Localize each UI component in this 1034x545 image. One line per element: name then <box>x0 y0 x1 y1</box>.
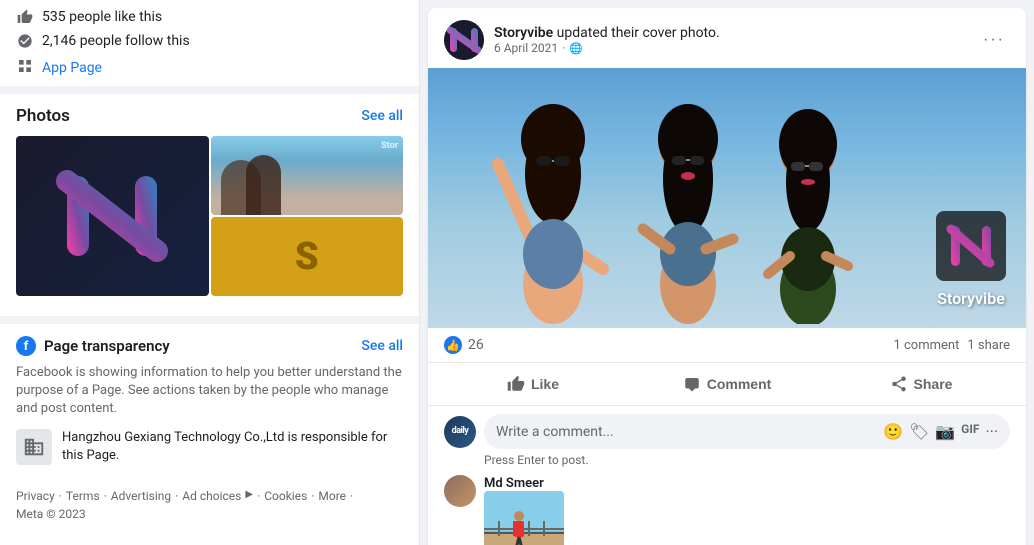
stats-section: 535 people like this 2,146 people follow… <box>0 0 419 94</box>
current-user-avatar: daily <box>444 416 476 448</box>
emoji-icon[interactable]: 🙂 <box>883 422 903 441</box>
transparency-see-all[interactable]: See all <box>361 338 403 354</box>
globe-icon <box>569 41 583 55</box>
photos-grid: Stor S <box>16 136 403 296</box>
followers-count: 2,146 people follow this <box>42 33 190 49</box>
cover-photo: Storyvibe <box>428 68 1026 328</box>
left-panel: 535 people like this 2,146 people follow… <box>0 0 420 545</box>
photos-see-all[interactable]: See all <box>361 108 403 124</box>
comment-input-box[interactable]: Write a comment... 🙂 🏷 📷 GIF ··· <box>484 414 1010 449</box>
comment-label: Comment <box>707 376 772 392</box>
photos-title: Photos <box>16 106 70 126</box>
post-page-name[interactable]: Storyvibe updated their cover photo. <box>494 25 720 41</box>
like-reaction-icon: 👍 <box>444 336 462 354</box>
footer-ad-choices[interactable]: Ad choices <box>182 489 241 503</box>
share-label: Share <box>914 376 953 392</box>
footer-meta-copyright: Meta © 2023 <box>16 507 86 521</box>
check-circle-icon <box>16 32 34 50</box>
comment-item: Md Smeer <box>444 475 1010 545</box>
reactions-left: 👍 26 <box>444 336 484 354</box>
post-header-left: Storyvibe updated their cover photo. 6 A… <box>444 20 720 60</box>
footer-advertising[interactable]: Advertising <box>111 489 171 503</box>
action-buttons-row: Like Comment Share <box>428 363 1026 406</box>
comment-area: daily Write a comment... 🙂 🏷 📷 GIF ··· P… <box>428 406 1026 545</box>
photo-small-bottom[interactable]: S <box>211 217 404 296</box>
comment-author-name[interactable]: Md Smeer <box>484 476 544 491</box>
brand-logo-box <box>936 211 1006 281</box>
building-icon <box>16 429 52 465</box>
responsible-row: Hangzhou Gexiang Technology Co.,Ltd is r… <box>16 429 403 465</box>
app-page-row: App Page <box>16 56 403 76</box>
footer-terms[interactable]: Terms <box>66 489 100 503</box>
commenter-avatar[interactable] <box>444 475 476 507</box>
photo-icon[interactable]: 📷 <box>935 422 955 441</box>
woman-1-figure <box>488 84 618 324</box>
facebook-icon: f <box>16 336 36 356</box>
like-label: Like <box>531 376 559 392</box>
photos-header: Photos See all <box>16 106 403 126</box>
page-avatar[interactable] <box>444 20 484 60</box>
comment-button[interactable]: Comment <box>630 367 824 401</box>
grid-icon <box>16 57 34 75</box>
reactions-count[interactable]: 26 <box>468 337 484 353</box>
transparency-description: Facebook is showing information to help … <box>16 364 403 419</box>
transparency-title: Page transparency <box>44 337 170 355</box>
more-emoji-icon[interactable]: ··· <box>985 422 998 441</box>
storyvibe-logo-bg <box>16 136 209 296</box>
share-button[interactable]: Share <box>824 367 1018 401</box>
photos-section: Photos See all <box>0 94 419 308</box>
storyvibe-n-logo <box>52 156 172 276</box>
post-date: 6 April 2021 · <box>494 41 720 55</box>
storyvibe-brand-overlay: Storyvibe <box>936 211 1006 308</box>
woman-3-figure <box>748 94 868 324</box>
comment-content: Md Smeer <box>484 475 1010 545</box>
comment-image[interactable] <box>484 491 564 545</box>
shares-count[interactable]: 1 share <box>967 338 1010 353</box>
likes-count: 535 people like this <box>42 9 162 25</box>
post-meta: Storyvibe updated their cover photo. 6 A… <box>494 25 720 55</box>
like-button-icon <box>507 375 525 393</box>
right-panel: Storyvibe updated their cover photo. 6 A… <box>420 0 1034 545</box>
reactions-row: 👍 26 1 comment 1 share <box>428 328 1026 363</box>
s-letter: S <box>295 235 319 279</box>
cover-photo-background: Storyvibe <box>428 68 1026 328</box>
post-more-button[interactable]: ··· <box>978 24 1010 56</box>
responsible-text: Hangzhou Gexiang Technology Co.,Ltd is r… <box>62 429 403 465</box>
photo-large[interactable] <box>16 136 209 296</box>
woman-2-figure <box>628 84 748 324</box>
gif-icon[interactable]: GIF <box>961 422 979 441</box>
like-button[interactable]: Like <box>436 367 630 401</box>
footer-cookies[interactable]: Cookies <box>264 489 307 503</box>
app-page-link[interactable]: App Page <box>42 60 102 76</box>
post-header: Storyvibe updated their cover photo. 6 A… <box>428 8 1026 68</box>
footer: Privacy · Terms · Advertising · Ad choic… <box>0 477 419 533</box>
followers-stat-row: 2,146 people follow this <box>16 32 403 50</box>
brand-n-logo <box>946 221 996 271</box>
reactions-right: 1 comment 1 share <box>893 338 1010 353</box>
press-enter-hint: Press Enter to post. <box>484 453 1010 467</box>
photo-small-top[interactable]: Stor <box>211 136 404 215</box>
transparency-title-row: f Page transparency <box>16 336 170 356</box>
footer-privacy[interactable]: Privacy <box>16 489 55 503</box>
comments-count[interactable]: 1 comment <box>893 338 959 353</box>
sticker-icon[interactable]: 🏷 <box>909 422 929 441</box>
comment-placeholder: Write a comment... <box>496 424 614 440</box>
thumbs-up-icon <box>16 8 34 26</box>
post-card: Storyvibe updated their cover photo. 6 A… <box>428 8 1026 545</box>
comment-icons: 🙂 🏷 📷 GIF ··· <box>883 422 998 441</box>
comment-input-row: daily Write a comment... 🙂 🏷 📷 GIF ··· <box>444 414 1010 449</box>
brand-name-text: Storyvibe <box>937 289 1005 308</box>
footer-more[interactable]: More <box>318 489 346 503</box>
comment-image-svg <box>484 491 564 545</box>
comment-button-icon <box>683 375 701 393</box>
share-button-icon <box>890 375 908 393</box>
likes-stat-row: 535 people like this <box>16 8 403 26</box>
transparency-section: f Page transparency See all Facebook is … <box>0 316 419 477</box>
transparency-header: f Page transparency See all <box>16 336 403 356</box>
page-avatar-logo <box>444 20 484 60</box>
